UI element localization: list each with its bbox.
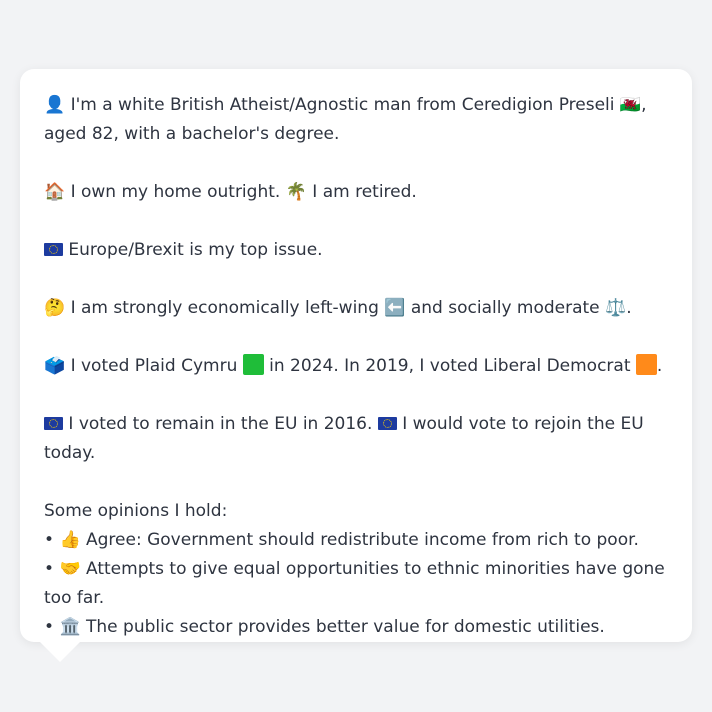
- housing-text-2: I am retired.: [312, 182, 417, 202]
- classical-building-icon: 🏛️: [59, 617, 81, 637]
- handshake-icon: 🤝: [59, 559, 81, 579]
- top-issue-text: Europe/Brexit is my top issue.: [68, 240, 323, 260]
- bullet: •: [44, 617, 55, 637]
- opinion-text: The public sector provides better value …: [86, 617, 605, 637]
- house-icon: 🏠: [44, 182, 66, 202]
- housing-line: 🏠 I own my home outright. 🌴 I am retired…: [44, 178, 668, 207]
- intro-text-1: I'm a white British Atheist/Agnostic man…: [70, 95, 615, 115]
- left-arrow-icon: ⬅️: [384, 298, 406, 318]
- plaid-cymru-color-square-icon: [242, 354, 264, 375]
- votes-line: 🗳️ I voted Plaid Cymru in 2024. In 2019,…: [44, 352, 668, 381]
- intro-line: 👤 I'm a white British Atheist/Agnostic m…: [44, 91, 668, 149]
- housing-text-1: I own my home outright.: [70, 182, 281, 202]
- thumbs-up-icon: 👍: [59, 530, 81, 550]
- palm-tree-icon: 🌴: [285, 182, 307, 202]
- eu-flag-icon: [44, 417, 63, 430]
- opinion-text: Attempts to give equal opportunities to …: [44, 559, 665, 608]
- thinking-face-icon: 🤔: [44, 298, 66, 318]
- message-bubble: 👤 I'm a white British Atheist/Agnostic m…: [20, 69, 692, 642]
- wales-flag-icon: 🏴󠁧󠁢󠁷󠁬󠁳󠁿: [619, 95, 642, 115]
- ideology-line: 🤔 I am strongly economically left-wing ⬅…: [44, 294, 668, 323]
- bubble-tail: [40, 642, 80, 662]
- list-item: • 👍 Agree: Government should redistribut…: [44, 526, 668, 555]
- eu-flag-icon: [44, 243, 63, 256]
- eu-text-1: I voted to remain in the EU in 2016.: [68, 414, 373, 434]
- lib-dem-color-square-icon: [635, 354, 657, 375]
- opinion-text: Agree: Government should redistribute in…: [86, 530, 639, 550]
- ideology-text-1: I am strongly economically left-wing: [70, 298, 379, 318]
- opinions-heading: Some opinions I hold:: [44, 501, 228, 521]
- list-item: • 🏛️ The public sector provides better v…: [44, 613, 668, 642]
- votes-text-1: I voted Plaid Cymru: [70, 356, 238, 376]
- ideology-text-2: and socially moderate: [410, 298, 600, 318]
- bullet: •: [44, 559, 55, 579]
- list-item: • 🤝 Attempts to give equal opportunities…: [44, 555, 668, 613]
- ideology-text-3: .: [626, 298, 632, 318]
- votes-text-2: in 2024. In 2019, I voted Liberal Democr…: [269, 356, 631, 376]
- ballot-box-icon: 🗳️: [44, 356, 66, 376]
- votes-text-3: .: [656, 356, 663, 376]
- bullet: •: [44, 530, 55, 550]
- bust-silhouette-icon: 👤: [44, 95, 66, 115]
- balance-scale-icon: ⚖️: [605, 298, 627, 318]
- eu-flag-icon: [377, 417, 397, 430]
- eu-line: I voted to remain in the EU in 2016. I w…: [44, 410, 668, 468]
- top-issue-line: Europe/Brexit is my top issue.: [44, 236, 668, 265]
